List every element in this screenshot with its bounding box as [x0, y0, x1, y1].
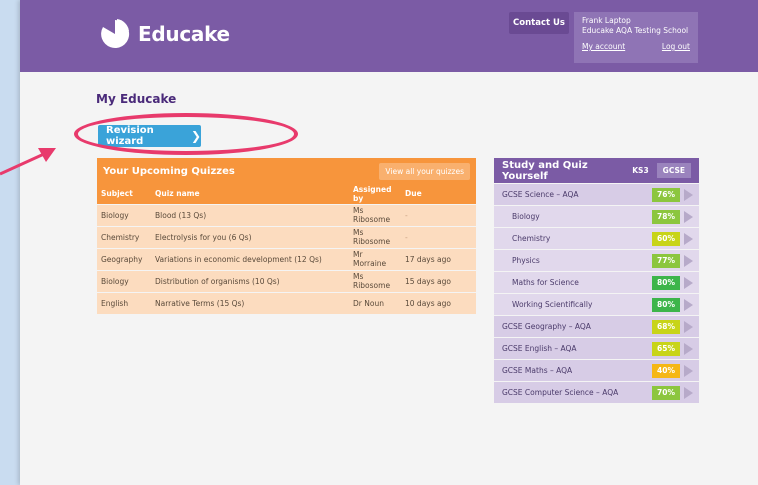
list-item[interactable]: GCSE Science – AQA 76%: [494, 183, 699, 205]
play-icon[interactable]: [684, 188, 693, 201]
cell-subject: English: [97, 291, 151, 314]
score-badge: 70%: [652, 385, 680, 400]
cell-due: 10 days ago: [401, 291, 476, 314]
cell-due: -: [401, 225, 476, 248]
cell-subject: Geography: [97, 247, 151, 270]
view-all-quizzes-button[interactable]: View all your quizzes: [379, 162, 470, 180]
subject-name: GCSE Maths – AQA: [502, 366, 573, 375]
score-badge: 40%: [652, 363, 680, 378]
col-assigned-by: Assigned by: [349, 184, 401, 204]
cell-quiz-name: Narrative Terms (15 Qs): [151, 291, 349, 314]
cell-due: -: [401, 203, 476, 226]
cell-quiz-name: Variations in economic development (12 Q…: [151, 247, 349, 270]
tab-gcse[interactable]: GCSE: [656, 163, 691, 178]
cake-pie-icon: [101, 19, 130, 48]
table-row[interactable]: Biology Blood (13 Qs) Ms Ribosome -: [97, 203, 476, 226]
play-icon[interactable]: [684, 298, 693, 311]
upcoming-quizzes-panel: Your Upcoming Quizzes View all your quiz…: [97, 158, 476, 314]
cell-assigned-by: Ms Ribosome: [349, 203, 401, 226]
list-item[interactable]: Chemistry 60%: [494, 227, 699, 249]
score-badge: 77%: [652, 253, 680, 268]
cell-assigned-by: Ms Ribosome: [349, 225, 401, 248]
play-icon[interactable]: [684, 386, 693, 399]
subject-name: Chemistry: [512, 234, 551, 243]
play-icon[interactable]: [684, 320, 693, 333]
pointer-arrow-icon: [0, 148, 56, 176]
table-row[interactable]: Chemistry Electrolysis for you (6 Qs) Ms R…: [97, 225, 476, 248]
cell-quiz-name: Blood (13 Qs): [151, 203, 349, 226]
list-item[interactable]: GCSE English – AQA 65%: [494, 337, 699, 359]
list-item[interactable]: GCSE Computer Science – AQA 70%: [494, 381, 699, 403]
subject-name: GCSE Computer Science – AQA: [502, 388, 619, 397]
header: Educake Contact Us Frank Laptop Educake …: [20, 0, 758, 72]
list-item[interactable]: Working Scientifically 80%: [494, 293, 699, 315]
cell-due: 15 days ago: [401, 269, 476, 292]
table-row[interactable]: Biology Distribution of organisms (10 Qs)…: [97, 269, 476, 292]
user-name: Frank Laptop: [582, 16, 631, 25]
col-due: Due: [401, 184, 476, 204]
subject-name: Biology: [512, 212, 540, 221]
subject-name: Maths for Science: [512, 278, 579, 287]
score-badge: 80%: [652, 275, 680, 290]
study-title: Study and Quiz Yourself: [502, 159, 588, 182]
play-icon[interactable]: [684, 342, 693, 355]
my-account-link[interactable]: My account: [582, 42, 625, 52]
cell-quiz-name: Distribution of organisms (10 Qs): [151, 269, 349, 292]
tab-ks3[interactable]: KS3: [626, 163, 654, 178]
cell-due: 17 days ago: [401, 247, 476, 270]
subject-name: GCSE Science – AQA: [502, 190, 579, 199]
play-icon[interactable]: [684, 364, 693, 377]
cell-subject: Biology: [97, 203, 151, 226]
list-item[interactable]: GCSE Maths – AQA 40%: [494, 359, 699, 381]
play-icon[interactable]: [684, 210, 693, 223]
educake-logo[interactable]: Educake: [98, 14, 230, 54]
col-subject: Subject: [97, 184, 151, 204]
cell-assigned-by: Ms Ribosome: [349, 269, 401, 292]
contact-us-button[interactable]: Contact Us: [509, 12, 569, 34]
list-item[interactable]: Physics 77%: [494, 249, 699, 271]
log-out-link[interactable]: Log out: [662, 42, 690, 52]
subject-name: GCSE English – AQA: [502, 344, 577, 353]
list-item[interactable]: Biology 78%: [494, 205, 699, 227]
highlight-ellipse: [74, 113, 298, 155]
score-badge: 76%: [652, 187, 680, 202]
user-box: Frank Laptop Educake AQA Testing School …: [574, 12, 698, 63]
cell-subject: Chemistry: [97, 225, 151, 248]
cell-assigned-by: Mr Morraine: [349, 247, 401, 270]
score-badge: 65%: [652, 341, 680, 356]
table-row[interactable]: English Narrative Terms (15 Qs) Dr Noun 10 …: [97, 291, 476, 314]
score-badge: 78%: [652, 209, 680, 224]
quizzes-table: Subject Quiz name Assigned by Due Biolog…: [97, 184, 476, 314]
subject-name: Working Scientifically: [512, 300, 593, 309]
subject-name: Physics: [512, 256, 540, 265]
logo-text: Educake: [138, 22, 230, 46]
score-badge: 68%: [652, 319, 680, 334]
cell-assigned-by: Dr Noun: [349, 291, 401, 314]
study-panel: Study and Quiz Yourself KS3 GCSE GCSE Sc…: [494, 158, 699, 403]
play-icon[interactable]: [684, 232, 693, 245]
cell-subject: Biology: [97, 269, 151, 292]
table-row[interactable]: Geography Variations in economic developm…: [97, 247, 476, 270]
page: Educake Contact Us Frank Laptop Educake …: [20, 0, 758, 485]
list-item[interactable]: Maths for Science 80%: [494, 271, 699, 293]
quizzes-title: Your Upcoming Quizzes: [103, 165, 235, 177]
play-icon[interactable]: [684, 254, 693, 267]
list-item[interactable]: GCSE Geography – AQA 68%: [494, 315, 699, 337]
subject-name: GCSE Geography – AQA: [502, 322, 591, 331]
col-quiz-name: Quiz name: [151, 184, 349, 204]
score-badge: 80%: [652, 297, 680, 312]
cell-quiz-name: Electrolysis for you (6 Qs): [151, 225, 349, 248]
school-name: Educake AQA Testing School: [582, 26, 689, 35]
page-title: My Educake: [96, 92, 177, 106]
play-icon[interactable]: [684, 276, 693, 289]
score-badge: 60%: [652, 231, 680, 246]
